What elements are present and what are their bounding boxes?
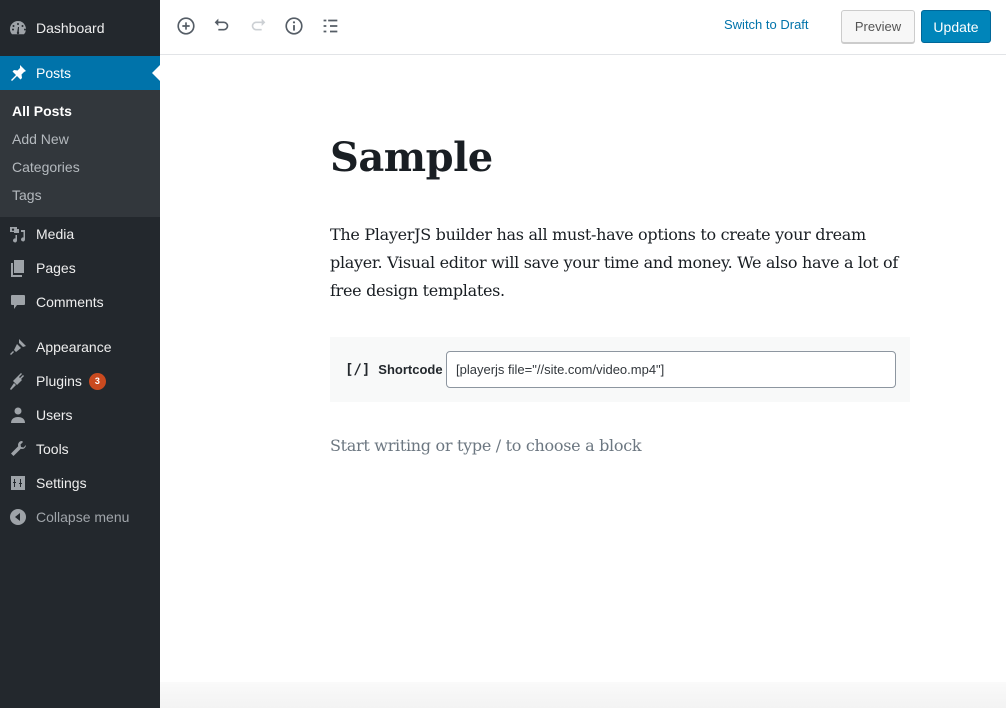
plugins-update-badge: 3 <box>88 372 106 390</box>
collapse-menu-button[interactable]: Collapse menu <box>0 500 160 534</box>
submenu-all-posts[interactable]: All Posts <box>12 97 72 125</box>
sidebar-item-plugins[interactable]: Plugins 3 <box>0 364 160 398</box>
add-block-button[interactable] <box>174 14 198 38</box>
redo-icon <box>251 18 266 31</box>
editor-canvas: Sample The PlayerJS builder has all must… <box>160 56 1006 708</box>
block-navigation-button[interactable] <box>318 14 342 38</box>
plugin-icon <box>0 364 36 398</box>
post-title[interactable]: Sample <box>330 134 493 181</box>
add-block-icon <box>177 17 195 35</box>
sidebar-item-appearance[interactable]: Appearance <box>0 330 160 364</box>
submenu-categories[interactable]: Categories <box>12 153 80 181</box>
submenu-add-new[interactable]: Add New <box>12 125 69 153</box>
content-info-button[interactable] <box>282 14 306 38</box>
sidebar-item-label: Users <box>36 407 73 423</box>
sidebar-item-tools[interactable]: Tools <box>0 432 160 466</box>
sidebar-item-pages[interactable]: Pages <box>0 251 160 285</box>
media-icon <box>0 217 36 251</box>
pin-icon <box>0 56 36 90</box>
sidebar-item-label: Appearance <box>36 339 112 355</box>
sidebar-item-media[interactable]: Media <box>0 217 160 251</box>
submenu-tags[interactable]: Tags <box>12 181 42 209</box>
shortcode-input[interactable] <box>446 351 896 388</box>
shortcode-block[interactable]: [/] Shortcode <box>330 337 910 402</box>
sidebar-item-label: Comments <box>36 294 104 310</box>
collapse-icon <box>0 500 36 534</box>
editor-header: Switch to Draft Preview Update <box>160 0 1006 55</box>
undo-button[interactable] <box>210 14 234 38</box>
redo-button[interactable] <box>246 14 270 38</box>
active-indicator <box>152 65 160 81</box>
user-icon <box>0 398 36 432</box>
outline-icon <box>323 19 338 33</box>
pages-icon <box>0 251 36 285</box>
comment-icon <box>0 285 36 319</box>
sidebar-item-label: Pages <box>36 260 76 276</box>
sidebar-item-label: Dashboard <box>36 20 105 36</box>
posts-submenu: All Posts Add New Categories Tags <box>0 90 160 217</box>
dashboard-icon <box>0 11 36 45</box>
sidebar-item-label: Collapse menu <box>36 509 130 525</box>
paragraph-block[interactable]: The PlayerJS builder has all must-have o… <box>330 221 920 305</box>
default-block-appender[interactable]: Start writing or type / to choose a bloc… <box>330 436 642 455</box>
sidebar-item-posts[interactable]: Posts <box>0 56 160 90</box>
update-button[interactable]: Update <box>921 10 991 43</box>
sidebar-item-label: Plugins <box>36 373 82 389</box>
preview-button[interactable]: Preview <box>841 10 915 43</box>
sidebar-item-label: Tools <box>36 441 69 457</box>
paintbrush-icon <box>0 330 36 364</box>
editor-footer <box>160 682 1006 708</box>
undo-icon <box>214 18 229 31</box>
shortcode-icon: [/] <box>345 361 371 378</box>
sidebar-item-dashboard[interactable]: Dashboard <box>0 11 160 45</box>
switch-to-draft-button[interactable]: Switch to Draft <box>724 17 809 32</box>
sidebar-item-settings[interactable]: Settings <box>0 466 160 500</box>
sidebar-item-label: Media <box>36 226 75 242</box>
sidebar-item-label: Posts <box>36 65 72 81</box>
wrench-icon <box>0 432 36 466</box>
settings-icon <box>0 466 36 500</box>
info-icon <box>285 17 303 35</box>
sidebar-item-users[interactable]: Users <box>0 398 160 432</box>
shortcode-label: Shortcode <box>378 362 443 377</box>
admin-sidebar: Dashboard Posts All Posts Add New Catego… <box>0 0 160 708</box>
sidebar-item-label: Settings <box>36 475 87 491</box>
sidebar-item-comments[interactable]: Comments <box>0 285 160 319</box>
